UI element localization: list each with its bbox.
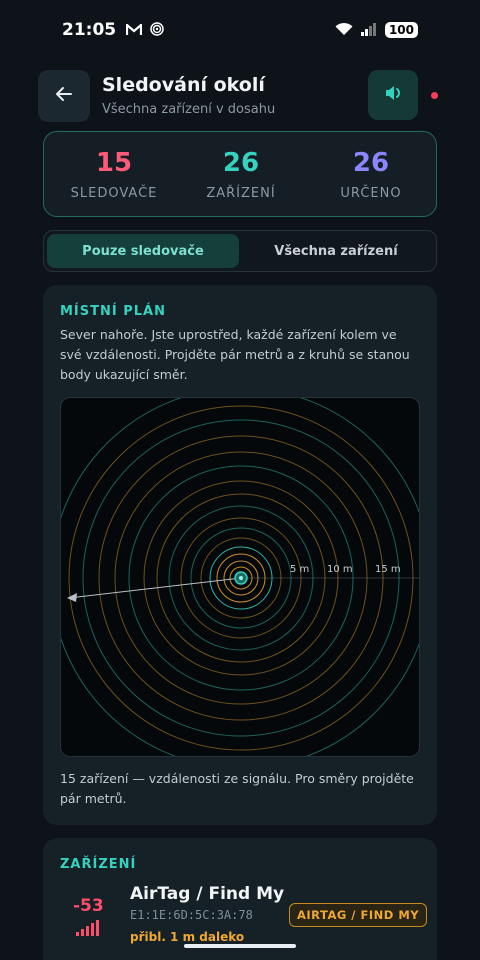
stat-value: 26 bbox=[352, 148, 390, 178]
app-header: Sledování okolí Všechna zařízení v dosah… bbox=[38, 70, 442, 122]
radar-svg: 5 m 10 m 15 m bbox=[61, 398, 419, 756]
filter-trackers-only[interactable]: Pouze sledovače bbox=[47, 234, 239, 268]
you-marker-center bbox=[239, 576, 243, 580]
devices-title: ZAŘÍZENÍ bbox=[60, 857, 137, 872]
arrow-left-icon bbox=[55, 85, 73, 107]
device-rssi: -53 bbox=[73, 896, 104, 916]
local-map-card: MÍSTNÍ PLÁN Sever nahoře. Jste uprostřed… bbox=[43, 285, 437, 825]
back-button[interactable] bbox=[38, 70, 90, 122]
device-name: AirTag / Find My bbox=[130, 884, 285, 904]
stats-card: 15 SLEDOVAČE 26 ZAŘÍZENÍ 26 URČENO bbox=[43, 131, 437, 217]
map-title: MÍSTNÍ PLÁN bbox=[60, 304, 166, 319]
map-footer: 15 zařízení — vzdálenosti ze signálu. Pr… bbox=[60, 771, 414, 806]
device-type-badge: AIRTAG / FIND MY bbox=[289, 903, 428, 927]
stat-value: 15 bbox=[95, 148, 133, 178]
device-mac: E1:1E:6D:5C:3A:78 bbox=[130, 908, 253, 922]
signal-strength-icon bbox=[76, 920, 99, 936]
sound-toggle-button[interactable] bbox=[368, 70, 418, 120]
scale-label-5m: 5 m bbox=[290, 564, 309, 575]
recording-indicator bbox=[431, 92, 438, 99]
map-description: Sever nahoře. Jste uprostřed, každé zaří… bbox=[60, 327, 410, 382]
devices-card: ZAŘÍZENÍ -53 AirTag / Find My E1:1E:6D:5… bbox=[43, 838, 437, 960]
radar-map[interactable]: 5 m 10 m 15 m bbox=[60, 397, 420, 757]
stat-label: SLEDOVAČE bbox=[70, 186, 158, 201]
stat-label: ZAŘÍZENÍ bbox=[206, 186, 276, 201]
speaker-icon bbox=[384, 84, 402, 106]
stat-identified: 26 URČENO bbox=[301, 148, 441, 201]
status-time: 21:05 bbox=[62, 20, 117, 40]
stat-trackers: 15 SLEDOVAČE bbox=[44, 148, 184, 201]
device-distance: přibl. 1 m daleko bbox=[130, 930, 245, 944]
direction-arrowhead bbox=[67, 593, 77, 602]
wifi-icon bbox=[335, 21, 353, 40]
page-title: Sledování okolí bbox=[102, 74, 265, 96]
battery-indicator: 100 bbox=[384, 22, 418, 38]
filter-toggle: Pouze sledovače Všechna zařízení bbox=[43, 230, 437, 272]
hotspot-icon bbox=[150, 21, 164, 40]
page-subtitle: Všechna zařízení v dosahu bbox=[102, 102, 276, 117]
home-indicator[interactable] bbox=[184, 944, 296, 948]
scale-label-15m: 15 m bbox=[375, 564, 401, 575]
filter-all-devices[interactable]: Všechna zařízení bbox=[240, 234, 432, 268]
status-bar: 21:05 100 bbox=[0, 0, 480, 60]
gmail-icon bbox=[126, 21, 143, 40]
stat-devices: 26 ZAŘÍZENÍ bbox=[171, 148, 311, 201]
cellular-signal-icon bbox=[360, 21, 377, 40]
stat-value: 26 bbox=[222, 148, 260, 178]
scale-label-10m: 10 m bbox=[327, 564, 353, 575]
stat-label: URČENO bbox=[340, 186, 402, 201]
